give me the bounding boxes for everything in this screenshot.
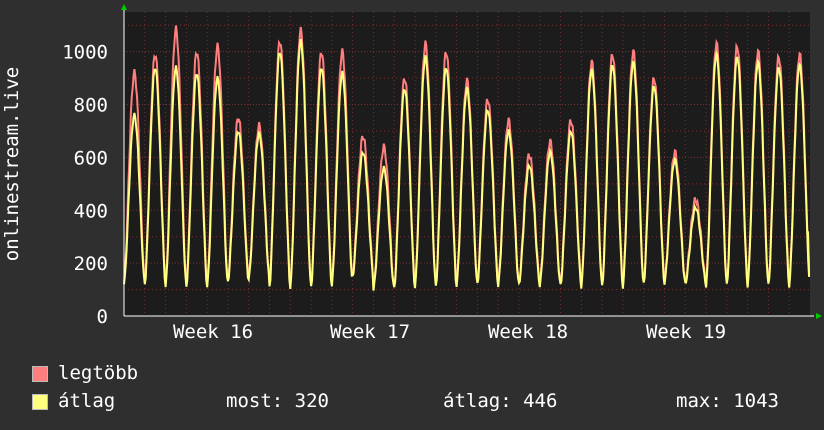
y-tick-label: 1000 [62,42,108,64]
y-tick-label: 600 [74,147,108,169]
stat-max: max: 1043 [676,390,779,412]
x-tick-label: Week 17 [330,321,410,343]
stat-average: átlag: 446 [443,390,558,412]
x-tick-label: Week 16 [173,321,253,343]
legend-label-avg: átlag [58,390,116,412]
y-tick-label: 800 [74,95,108,117]
y-tick-label: 200 [74,253,108,275]
y-axis-arrow [121,4,127,10]
stat-current: most: 320 [226,390,329,412]
legend-swatch-max [32,366,48,382]
legend-swatch-avg [32,394,48,410]
y-tick-label: 0 [97,306,108,328]
x-tick-label: Week 18 [488,321,568,343]
legend-label-max: legtöbb [58,362,139,384]
x-tick-label: Week 19 [646,321,726,343]
x-axis-arrow [816,313,822,319]
y-axis-label: onlinestream.live [1,67,23,261]
y-tick-label: 400 [74,200,108,222]
